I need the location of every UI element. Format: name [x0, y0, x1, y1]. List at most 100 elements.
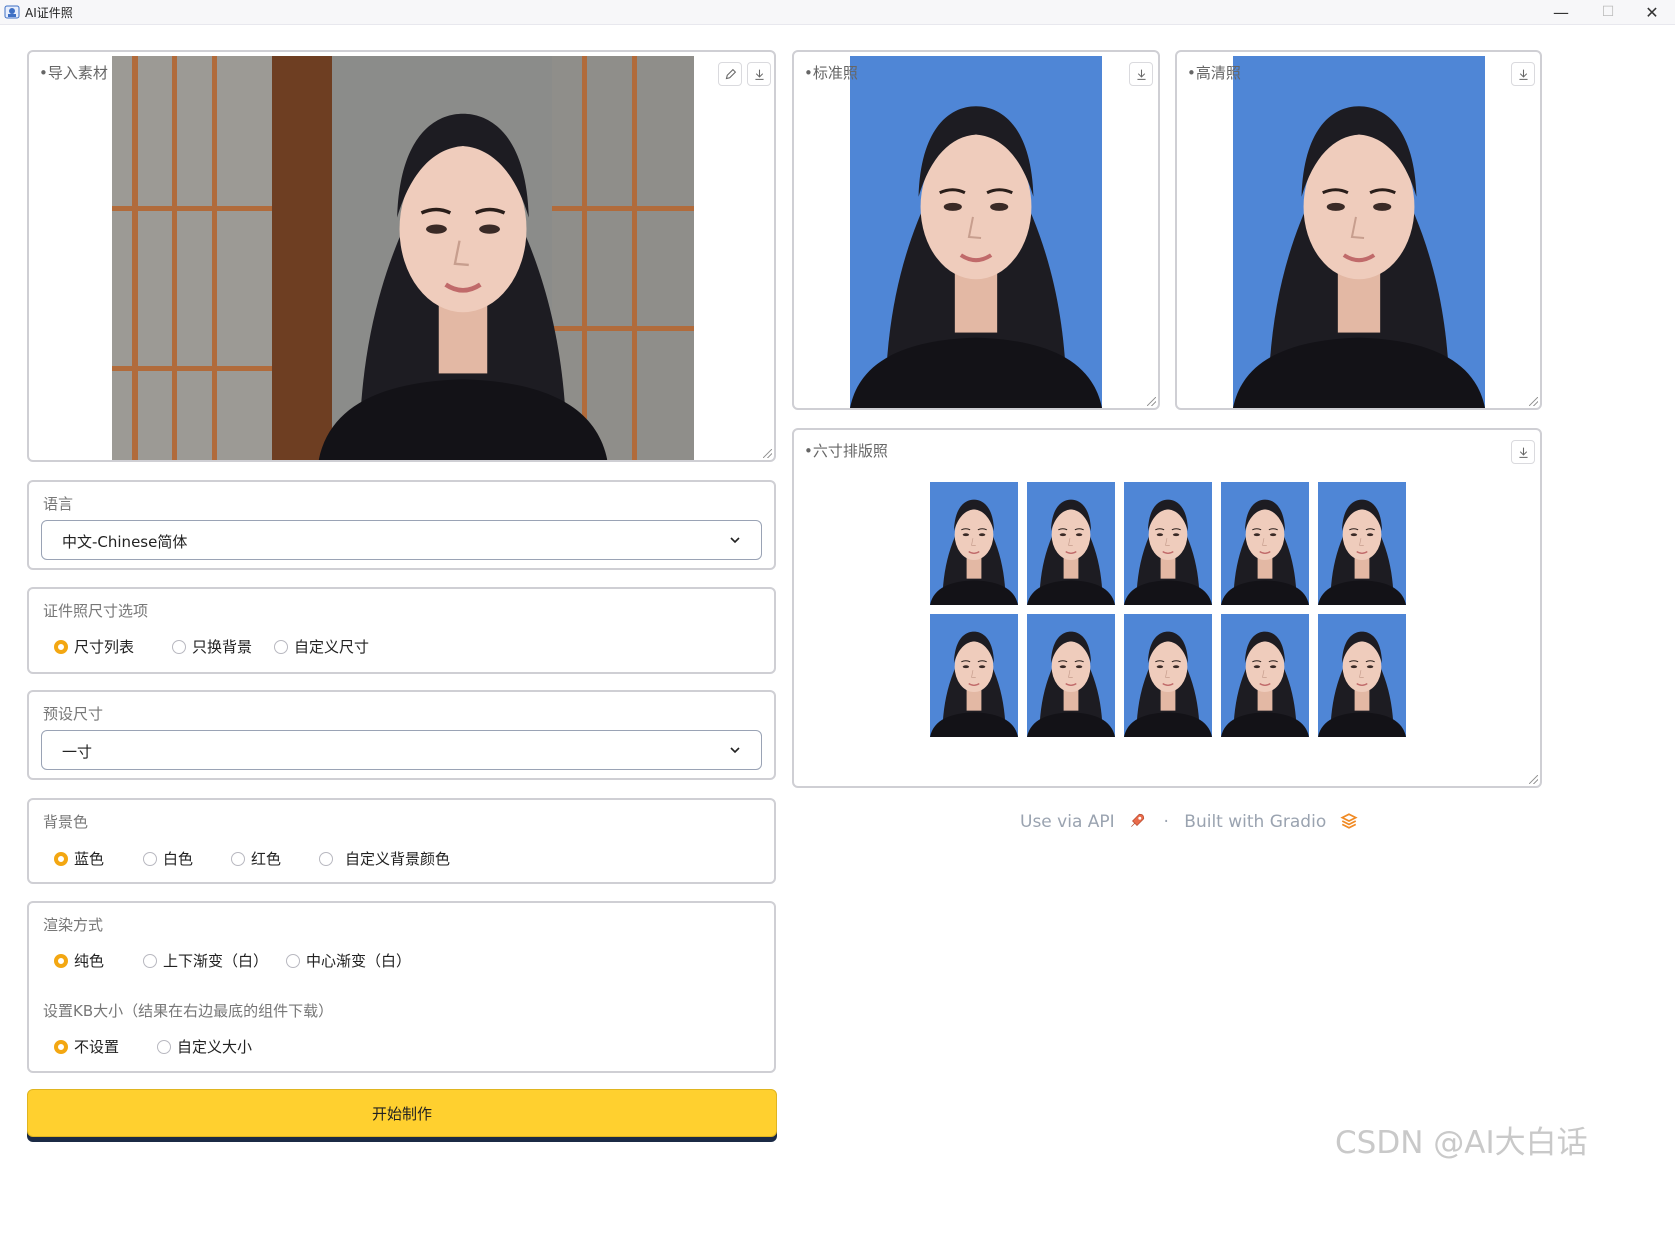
layout-thumbnail — [930, 482, 1018, 605]
radio-custom-kb[interactable]: 自定义大小 — [157, 1036, 252, 1057]
input-photo — [112, 56, 694, 460]
pencil-icon — [725, 68, 736, 79]
download-icon — [1136, 69, 1146, 80]
chevron-down-icon — [730, 747, 740, 754]
use-via-api-link[interactable]: Use via API — [1020, 812, 1115, 832]
layout-thumbnail — [1027, 482, 1115, 605]
radio-label: 不设置 — [74, 1038, 120, 1056]
background-color-group: 背景色 蓝色 白色 红色 自定义背景颜色 — [27, 798, 776, 884]
rocket-icon — [1131, 813, 1145, 827]
radio-dot — [54, 851, 68, 866]
layout-panel-label: •六寸排版照 — [804, 442, 888, 460]
preset-size-value: 一寸 — [62, 743, 93, 761]
radio-solid[interactable]: 纯色 — [54, 950, 104, 971]
layout-thumbnail — [1221, 482, 1309, 605]
layout-photo-panel: •六寸排版照 — [792, 428, 1542, 788]
input-download-button[interactable] — [747, 62, 771, 86]
built-with-gradio-link[interactable]: Built with Gradio — [1184, 812, 1326, 832]
window-title: AI证件照 — [25, 6, 73, 20]
download-icon — [1518, 69, 1528, 80]
radio-label: 只换背景 — [192, 638, 253, 656]
watermark: CSDN @AI大白话 — [1335, 1125, 1588, 1161]
radio-white[interactable]: 白色 — [143, 848, 193, 869]
hd-photo-panel: •高清照 — [1175, 50, 1542, 410]
start-button[interactable]: 开始制作 — [27, 1089, 777, 1137]
radio-label: 尺寸列表 — [74, 638, 135, 656]
size-option-group: 证件照尺寸选项 尺寸列表 只换背景 自定义尺寸 — [27, 587, 776, 674]
radio-label: 纯色 — [74, 952, 105, 970]
radio-dot — [286, 953, 300, 968]
radio-label: 红色 — [251, 850, 282, 868]
radio-custom-size[interactable]: 自定义尺寸 — [274, 636, 369, 657]
radio-blue[interactable]: 蓝色 — [54, 848, 104, 869]
layout-thumbnail — [1027, 614, 1115, 737]
radio-dot — [54, 1039, 68, 1054]
preset-size-group: 预设尺寸 一寸 — [27, 690, 776, 780]
radio-dot — [54, 953, 68, 968]
input-image-panel[interactable]: •导入素材 — [27, 50, 776, 462]
language-select[interactable]: 中文-Chinese简体 — [41, 520, 762, 560]
radio-dot — [157, 1039, 171, 1054]
standard-download-button[interactable] — [1129, 62, 1153, 86]
radio-center-gradient[interactable]: 中心渐变（白） — [286, 950, 411, 971]
resize-handle[interactable] — [1529, 775, 1538, 784]
radio-dot — [231, 851, 245, 866]
radio-vertical-gradient[interactable]: 上下渐变（白） — [143, 950, 268, 971]
maximize-button[interactable]: ☐ — [1585, 0, 1631, 24]
edit-button[interactable] — [718, 62, 742, 86]
background-color-label: 背景色 — [43, 813, 89, 831]
standard-photo-panel: •标准照 — [792, 50, 1160, 410]
resize-handle[interactable] — [1529, 397, 1538, 406]
language-value: 中文-Chinese简体 — [62, 533, 188, 551]
layout-thumbnail — [930, 614, 1018, 737]
chevron-down-icon — [730, 537, 740, 544]
layout-thumbnail — [1124, 482, 1212, 605]
preset-size-select[interactable]: 一寸 — [41, 730, 762, 770]
hd-panel-label: •高清照 — [1187, 64, 1241, 82]
kb-size-label: 设置KB大小（结果在右边最底的组件下载） — [43, 1002, 334, 1020]
radio-label: 蓝色 — [74, 850, 105, 868]
hd-photo — [1233, 56, 1485, 408]
radio-label: 自定义尺寸 — [294, 638, 370, 656]
radio-red[interactable]: 红色 — [231, 848, 281, 869]
render-settings-group: 渲染方式 纯色 上下渐变（白） 中心渐变（白） 设置KB大小（结果在右边最底的组… — [27, 901, 776, 1073]
resize-handle[interactable] — [1147, 397, 1156, 406]
resize-handle[interactable] — [763, 449, 772, 458]
radio-dot — [54, 639, 68, 654]
standard-panel-label: •标准照 — [804, 64, 858, 82]
app-icon — [4, 5, 20, 19]
radio-only-background[interactable]: 只换背景 — [172, 636, 252, 657]
layout-download-button[interactable] — [1511, 440, 1535, 464]
layout-thumbnail — [1124, 614, 1212, 737]
close-button[interactable]: ✕ — [1629, 0, 1675, 24]
layout-thumbnail — [1318, 482, 1406, 605]
radio-dot — [143, 953, 157, 968]
radio-label: 中心渐变（白） — [306, 952, 412, 970]
title-bar: AI证件照 — ☐ ✕ — [0, 0, 1675, 25]
layout-thumbnail — [1221, 614, 1309, 737]
radio-label: 自定义大小 — [177, 1038, 253, 1056]
radio-custom-background[interactable]: 自定义背景颜色 — [319, 848, 450, 869]
radio-no-setting[interactable]: 不设置 — [54, 1036, 119, 1057]
language-group: 语言 中文-Chinese简体 — [27, 480, 776, 570]
radio-label: 白色 — [163, 850, 194, 868]
download-icon — [1518, 447, 1528, 458]
hd-download-button[interactable] — [1511, 62, 1535, 86]
minimize-button[interactable]: — — [1538, 0, 1584, 24]
input-panel-label: •导入素材 — [39, 64, 108, 82]
footer: Use via API · Built with Gradio — [1020, 812, 1358, 832]
preset-size-label: 预设尺寸 — [43, 705, 104, 723]
layout-thumbnail — [1318, 614, 1406, 737]
radio-size-list[interactable]: 尺寸列表 — [54, 636, 134, 657]
radio-dot — [143, 851, 157, 866]
render-mode-label: 渲染方式 — [43, 916, 104, 934]
radio-dot — [319, 851, 333, 866]
radio-label: 上下渐变（白） — [163, 952, 269, 970]
radio-dot — [274, 639, 288, 654]
footer-separator: · — [1163, 812, 1169, 832]
gradio-logo-icon — [1339, 813, 1358, 829]
download-icon — [754, 69, 764, 80]
radio-dot — [172, 639, 186, 654]
language-label: 语言 — [43, 495, 74, 513]
layout-photo-grid — [930, 482, 1410, 740]
